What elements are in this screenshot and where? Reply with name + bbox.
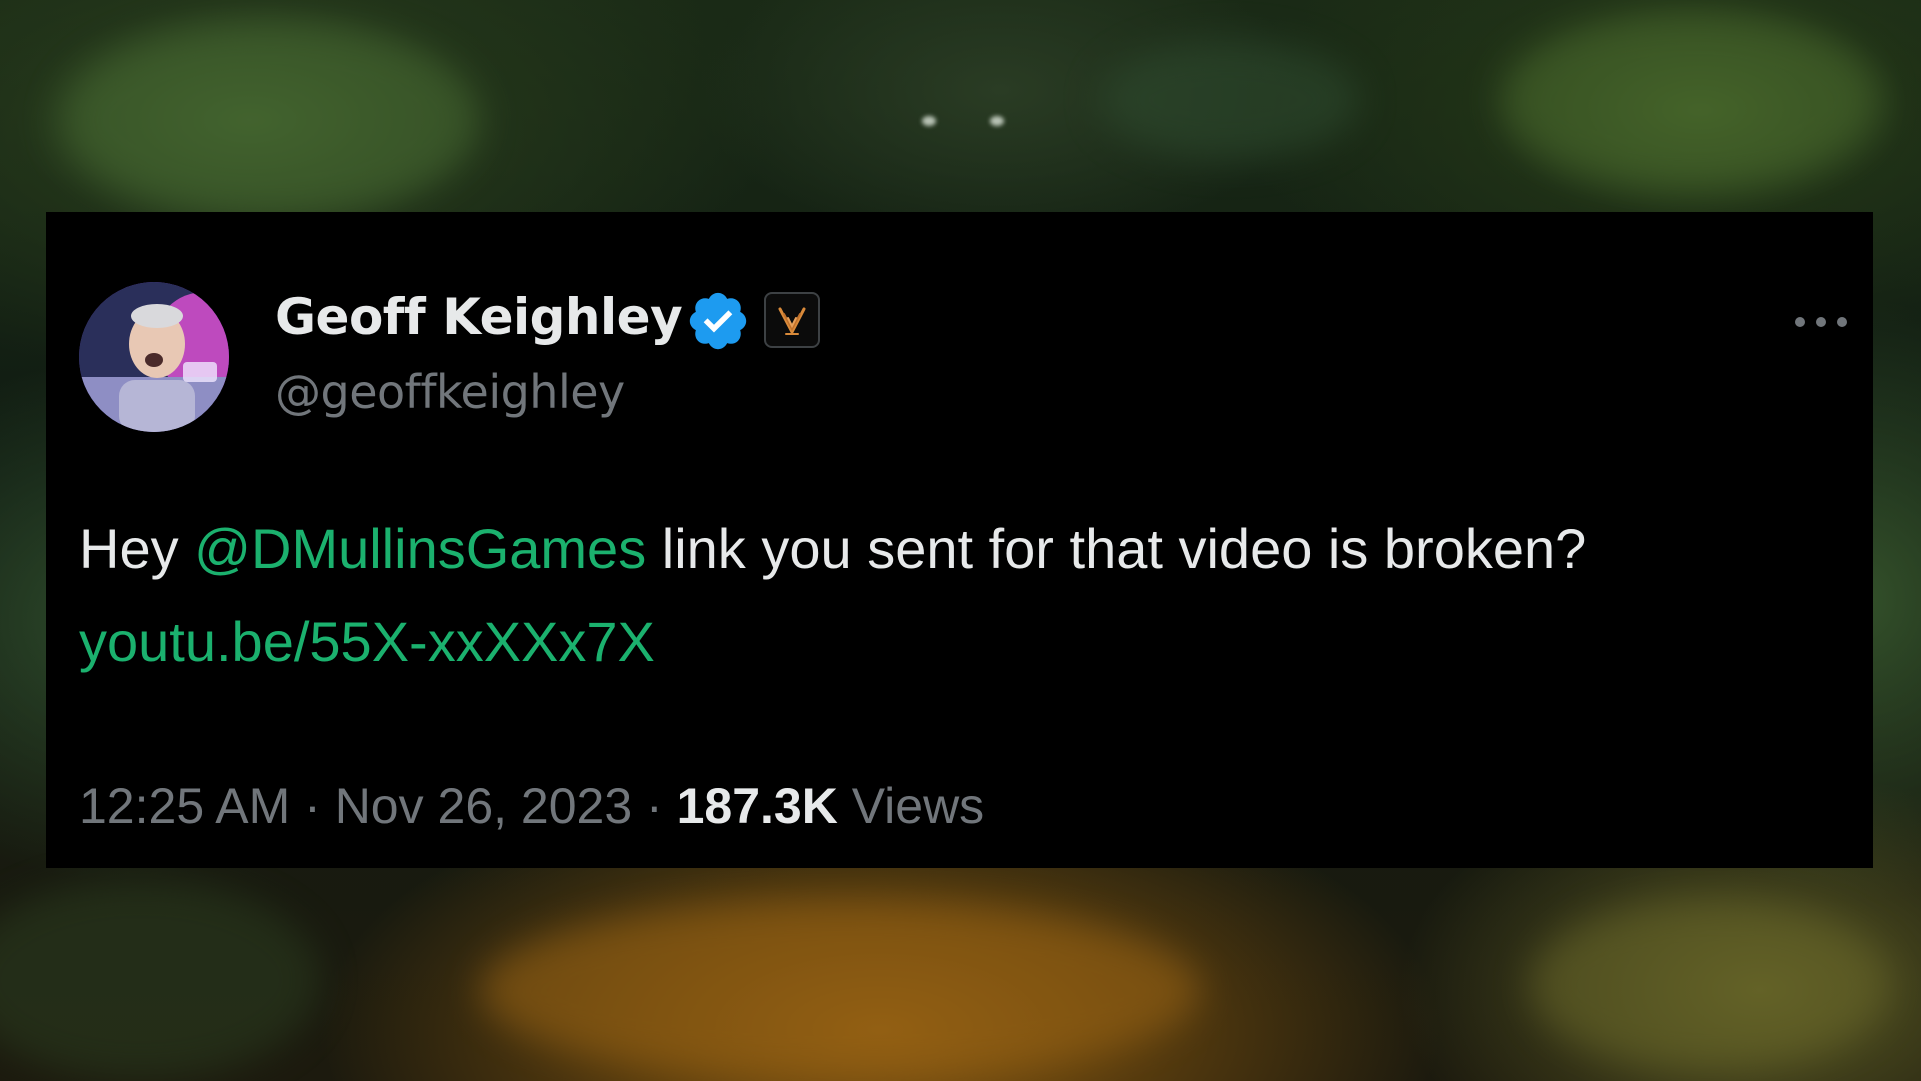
tweet-time[interactable]: 12:25 AM (79, 778, 290, 834)
meta-separator: · (290, 778, 335, 834)
more-options-icon[interactable] (1786, 302, 1856, 342)
avatar-image (79, 282, 229, 432)
verified-badge-icon (685, 288, 751, 354)
tweet-metadata: 12:25 AM · Nov 26, 2023 · 187.3K Views (79, 777, 984, 835)
tweet-card: Geoff Keighley @geoffkeighley Hey @DMull… (46, 212, 1873, 868)
video-url-link[interactable]: youtu.be/55X-xxXXx7X (79, 610, 655, 673)
tweet-text-prefix: Hey (79, 517, 195, 580)
avatar[interactable] (79, 282, 229, 432)
views-label: Views (837, 778, 985, 834)
author-display-name[interactable]: Geoff Keighley (275, 288, 683, 346)
tweet-text-body: link you sent for that video is broken? (646, 517, 1587, 580)
mention-link[interactable]: @DMullinsGames (194, 517, 646, 580)
tweet-text: Hey @DMullinsGames link you sent for tha… (79, 502, 1849, 688)
author-handle[interactable]: @geoffkeighley (275, 365, 625, 419)
views-count[interactable]: 187.3K (677, 778, 838, 834)
tweet-date[interactable]: Nov 26, 2023 (335, 778, 632, 834)
meta-separator: · (632, 778, 677, 834)
game-awards-badge-icon[interactable] (764, 292, 820, 348)
